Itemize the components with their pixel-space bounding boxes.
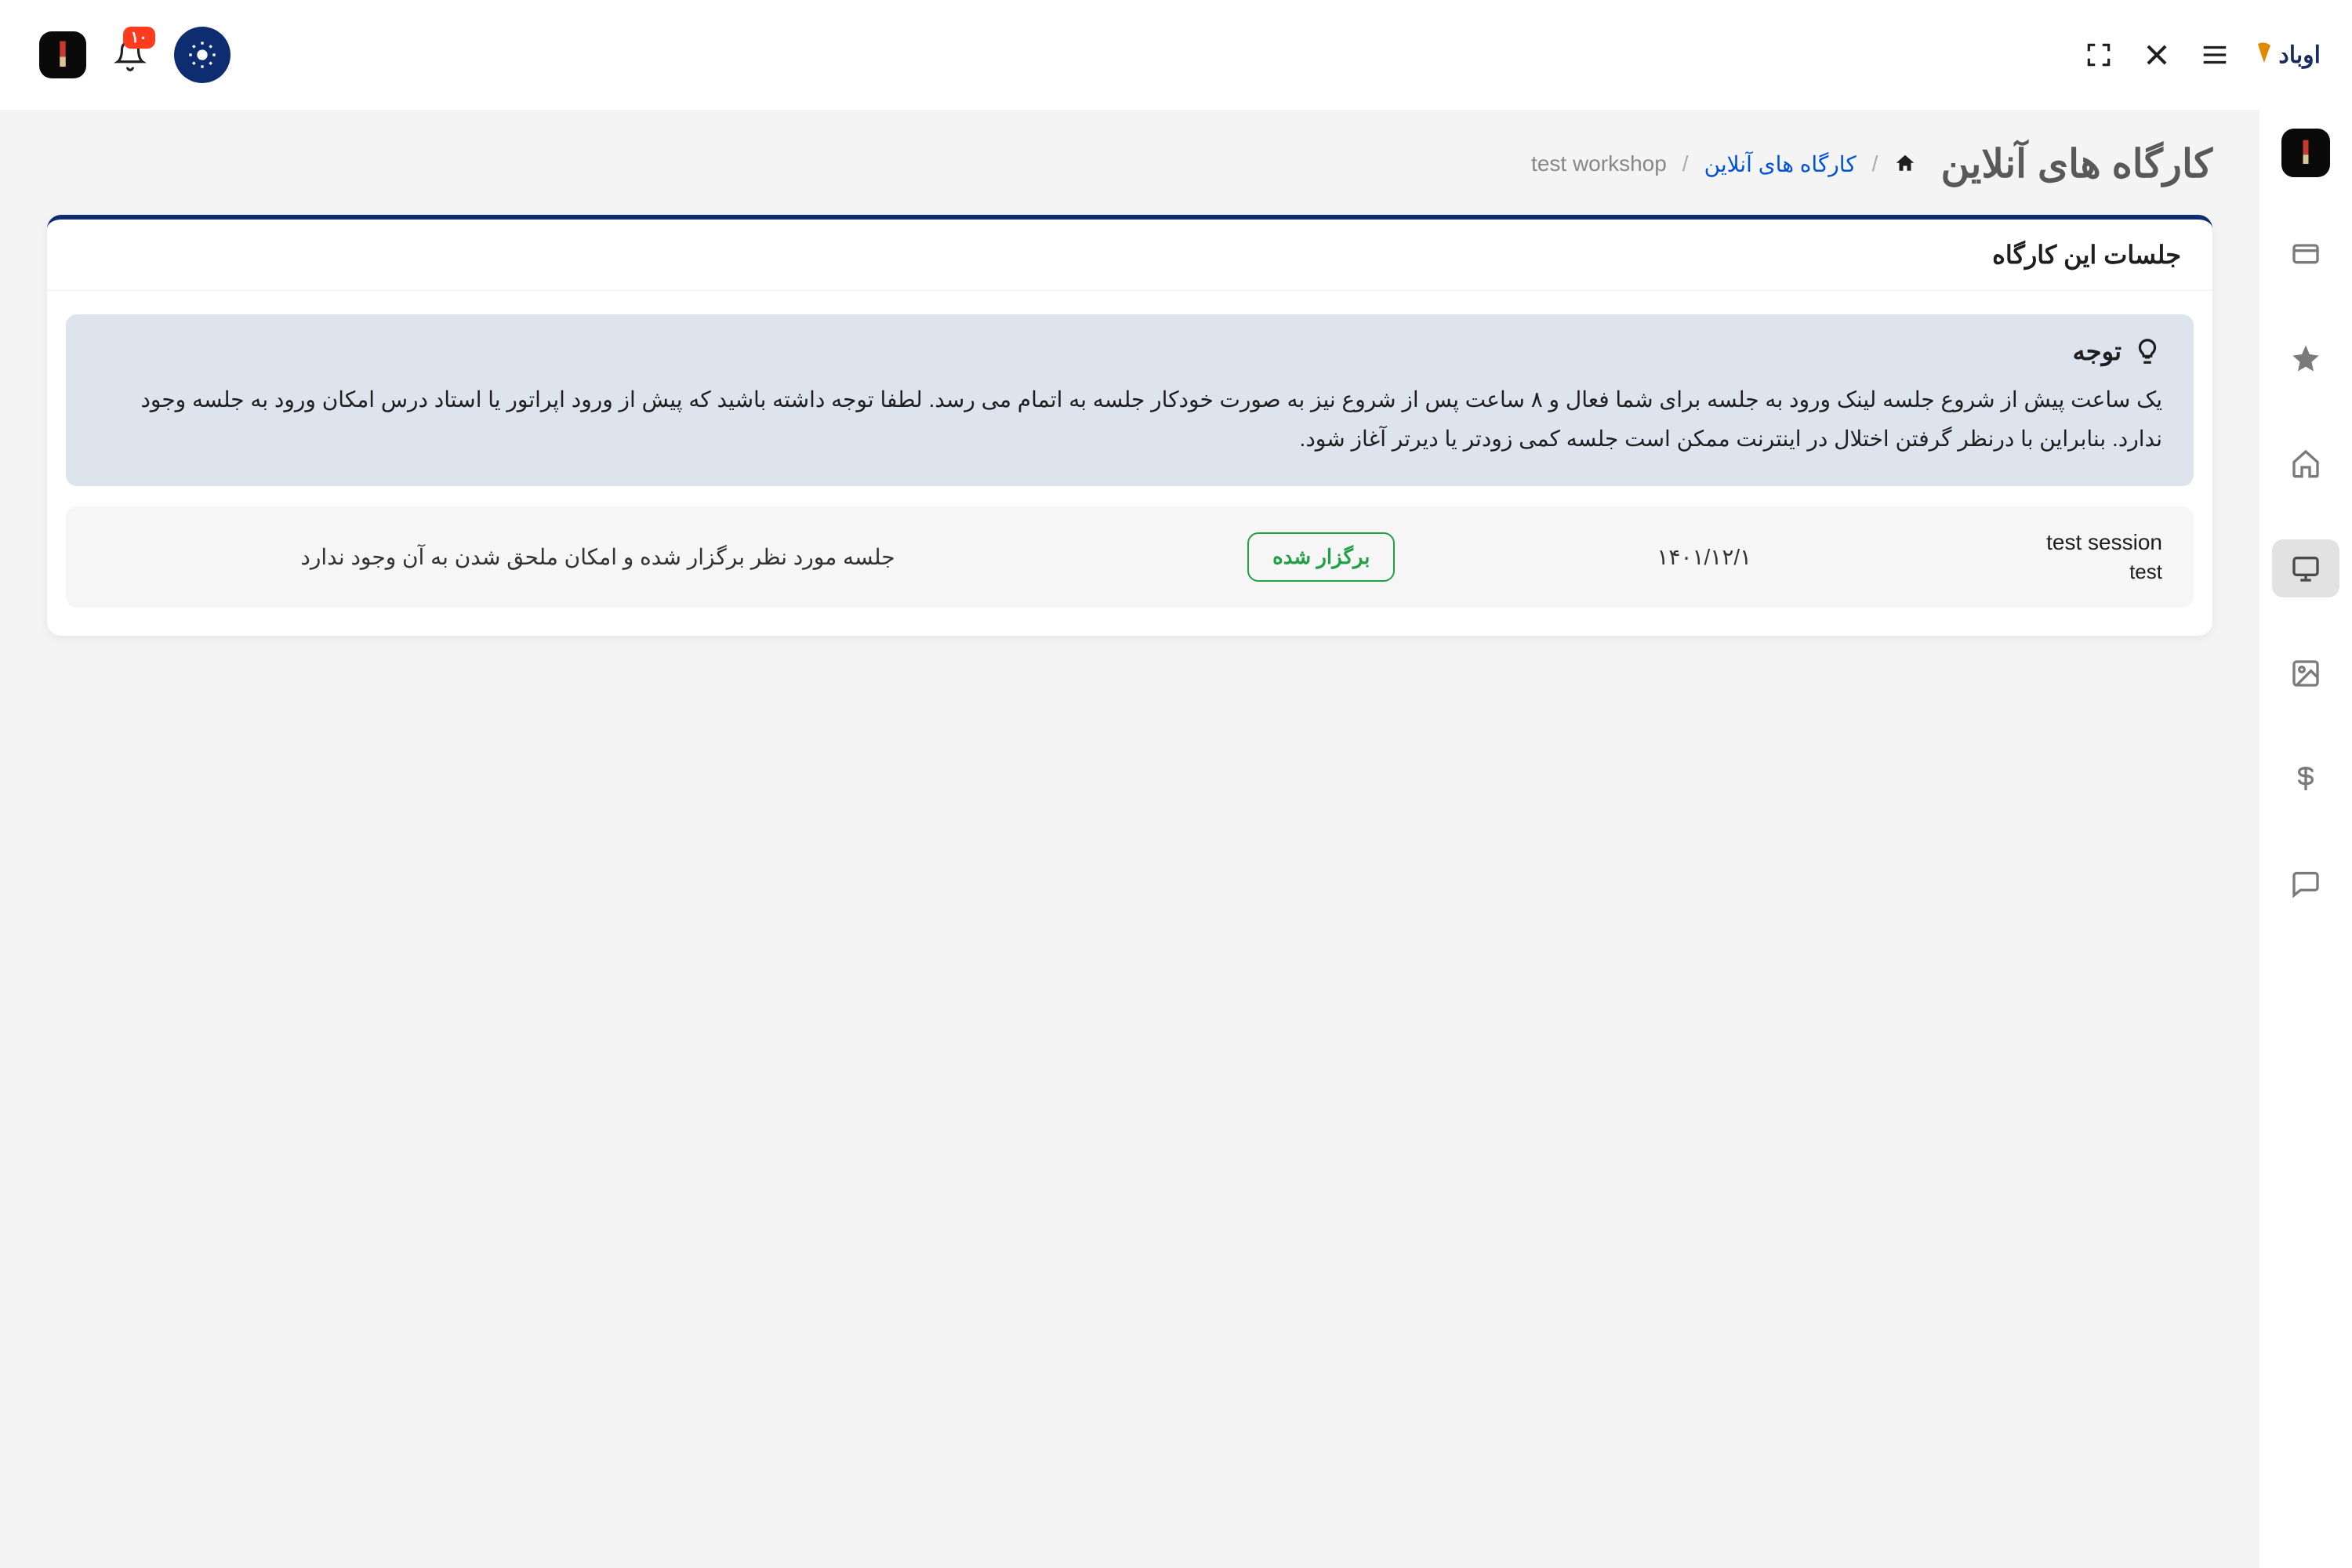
close-button[interactable]: [2139, 37, 2175, 73]
session-type: test: [1927, 560, 2162, 584]
sidebar-nav: [2259, 110, 2352, 1568]
app-header: اوباد ۱۰: [0, 0, 2352, 110]
sidebar-item-messages[interactable]: [2272, 855, 2339, 913]
session-status-badge: برگزار شده: [1247, 532, 1395, 582]
page-header: کارگاه های آنلاین / کارگاه های آنلاین / …: [47, 141, 2212, 187]
notification-count-badge: ۱۰: [123, 27, 155, 49]
theme-toggle-button[interactable]: [174, 27, 230, 83]
brand-logo: اوباد: [2255, 41, 2321, 69]
sidebar-item-payments[interactable]: [2272, 750, 2339, 808]
sessions-table: test session test ۱۴۰۱/۱۲/۱ برگزار شده ج…: [66, 506, 2194, 608]
page-title: کارگاه های آنلاین: [1940, 141, 2212, 187]
breadcrumb-home-icon[interactable]: [1893, 152, 1917, 176]
info-alert: توجه یک ساعت پیش از شروع جلسه لینک ورود …: [66, 314, 2194, 486]
alert-title: توجه: [2073, 336, 2122, 366]
session-name: test session: [1927, 530, 2162, 555]
lightbulb-icon: [2132, 336, 2162, 366]
brand-mark-icon: [2255, 41, 2274, 69]
sessions-card: جلسات این کارگاه توجه یک ساعت پیش از شرو…: [47, 215, 2212, 636]
fullscreen-button[interactable]: [2081, 37, 2117, 73]
sidebar-avatar[interactable]: [2281, 129, 2330, 177]
sidebar-item-workshops[interactable]: [2272, 539, 2339, 597]
sidebar-item-wallet[interactable]: [2272, 224, 2339, 282]
breadcrumb: / کارگاه های آنلاین / test workshop: [1531, 151, 1917, 177]
breadcrumb-separator: /: [1872, 151, 1878, 176]
card-title: جلسات این کارگاه: [78, 240, 2181, 270]
menu-button[interactable]: [2197, 37, 2233, 73]
card-header: جلسات این کارگاه: [47, 220, 2212, 291]
user-avatar[interactable]: [39, 31, 86, 78]
brand-name: اوباد: [2278, 42, 2321, 69]
breadcrumb-workshops-link[interactable]: کارگاه های آنلاین: [1704, 151, 1857, 177]
session-note: جلسه مورد نظر برگزار شده و امکان ملحق شد…: [66, 506, 1130, 608]
breadcrumb-separator: /: [1682, 151, 1689, 176]
session-date: ۱۴۰۱/۱۲/۱: [1513, 506, 1896, 608]
notifications-button[interactable]: ۱۰: [108, 33, 152, 77]
breadcrumb-current: test workshop: [1531, 151, 1667, 176]
session-row: test session test ۱۴۰۱/۱۲/۱ برگزار شده ج…: [66, 506, 2194, 608]
sidebar-item-gallery[interactable]: [2272, 644, 2339, 702]
sidebar-item-favorites[interactable]: [2272, 329, 2339, 387]
alert-text: یک ساعت پیش از شروع جلسه لینک ورود به جل…: [97, 380, 2162, 459]
main-content: کارگاه های آنلاین / کارگاه های آنلاین / …: [0, 110, 2259, 1568]
sidebar-item-home[interactable]: [2272, 434, 2339, 492]
